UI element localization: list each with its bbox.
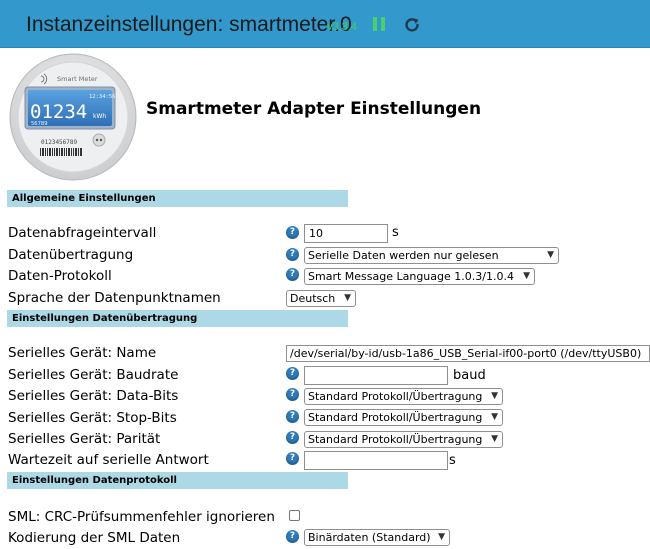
logo-code-text: 56789: [31, 121, 48, 127]
page-title: Smartmeter Adapter Einstellungen: [146, 99, 482, 119]
wait-unit: s: [449, 453, 456, 468]
parity-select[interactable]: Standard Protokoll/Übertragung ▼: [304, 431, 503, 448]
help-icon[interactable]: ?: [286, 530, 299, 543]
chevron-down-icon: ▼: [491, 412, 498, 422]
version-badge: v3.3.4: [327, 21, 357, 33]
logo-time-text: 12:34:56: [89, 94, 116, 100]
reload-icon[interactable]: [403, 16, 421, 34]
language-label: Sprache der Datenpunktnamen: [8, 290, 221, 306]
language-select-value: Deutsch: [290, 292, 336, 305]
section-transfer: Einstellungen Datenübertragung: [7, 310, 348, 327]
chevron-down-icon: ▼: [491, 434, 498, 444]
crc-label: SML: CRC-Prüfsummenfehler ignorieren: [8, 509, 275, 525]
help-icon[interactable]: ?: [286, 452, 299, 465]
baud-input[interactable]: [304, 366, 448, 385]
chevron-down-icon: ▼: [547, 250, 554, 260]
section-general: Allgemeine Einstellungen: [7, 190, 348, 207]
interval-input[interactable]: 10: [304, 224, 388, 243]
wait-input[interactable]: [304, 451, 448, 470]
stopbits-label: Serielles Gerät: Stop-Bits: [8, 410, 177, 426]
section-protocol: Einstellungen Datenprotokoll: [7, 472, 348, 489]
protocol-select[interactable]: Smart Message Language 1.0.3/1.0.4 ▼: [304, 268, 535, 285]
help-icon[interactable]: ?: [286, 268, 299, 281]
smartmeter-logo: Smart Meter 12:34:56 01234 kWh 56789 012…: [5, 51, 142, 181]
help-icon[interactable]: ?: [286, 226, 299, 239]
encoding-select[interactable]: Binärdaten (Standard) ▼: [304, 529, 450, 546]
wait-label: Wartezeit auf serielle Antwort: [8, 452, 209, 468]
help-icon[interactable]: ?: [286, 388, 299, 401]
databits-select[interactable]: Standard Protokoll/Übertragung ▼: [304, 388, 503, 405]
protocol-select-value: Smart Message Language 1.0.3/1.0.4: [308, 270, 514, 283]
logo-brand-text: Smart Meter: [57, 75, 98, 83]
logo-unit-text: kWh: [93, 113, 106, 120]
transfer-select[interactable]: Serielle Daten werden nur gelesen ▼: [304, 247, 559, 264]
chevron-down-icon: ▼: [491, 391, 498, 401]
interval-unit: s: [392, 225, 399, 240]
language-select[interactable]: Deutsch ▼: [286, 290, 356, 307]
logo-serial-text: 0123456789: [41, 139, 78, 146]
databits-label: Serielles Gerät: Data-Bits: [8, 388, 179, 404]
databits-select-value: Standard Protokoll/Übertragung: [308, 390, 483, 403]
pause-icon[interactable]: [373, 17, 387, 33]
parity-select-value: Standard Protokoll/Übertragung: [308, 433, 483, 446]
interval-label: Datenabfrageintervall: [8, 225, 157, 241]
help-icon[interactable]: ?: [286, 410, 299, 423]
chevron-down-icon: ▼: [344, 293, 351, 303]
chevron-down-icon: ▼: [438, 532, 445, 542]
help-icon[interactable]: ?: [286, 367, 299, 380]
header-bar: Instanzeinstellungen: smartmeter.0 v3.3.…: [0, 0, 650, 48]
help-icon[interactable]: ?: [286, 431, 299, 444]
device-label: Serielles Gerät: Name: [8, 345, 157, 361]
encoding-select-value: Binärdaten (Standard): [308, 531, 431, 544]
stopbits-select[interactable]: Standard Protokoll/Übertragung ▼: [304, 409, 503, 426]
transfer-label: Datenübertragung: [8, 247, 134, 263]
transfer-select-value: Serielle Daten werden nur gelesen: [308, 249, 499, 262]
protocol-label: Daten-Protokoll: [8, 268, 112, 284]
crc-checkbox[interactable]: [289, 510, 300, 521]
stopbits-select-value: Standard Protokoll/Übertragung: [308, 411, 483, 424]
logo-reading-text: 01234: [30, 101, 87, 123]
device-select[interactable]: /dev/serial/by-id/usb-1a86_USB_Serial-if…: [286, 345, 650, 362]
chevron-down-icon: ▼: [523, 271, 530, 281]
parity-label: Serielles Gerät: Parität: [8, 431, 161, 447]
encoding-label: Kodierung der SML Daten: [8, 530, 181, 546]
baud-unit: baud: [453, 368, 486, 383]
help-icon[interactable]: ?: [286, 248, 299, 261]
baud-label: Serielles Gerät: Baudrate: [8, 367, 179, 383]
page-header-title: Instanzeinstellungen: smartmeter.0: [26, 13, 352, 36]
